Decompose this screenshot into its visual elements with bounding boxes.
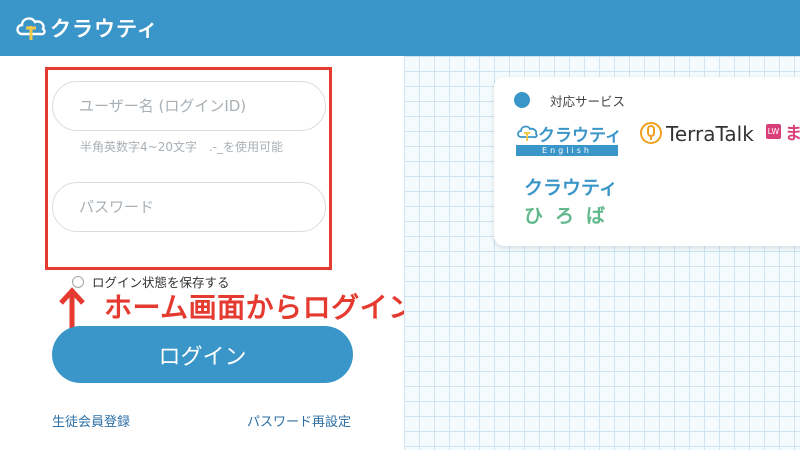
clouty-english-name: クラウティ bbox=[538, 126, 622, 146]
services-title: 対応サービス bbox=[550, 94, 626, 109]
app-header: クラウティ bbox=[0, 0, 800, 56]
third-service-logo: LW ま bbox=[766, 119, 800, 144]
cloud-tree-icon bbox=[16, 17, 46, 40]
annotation-text: ホーム画面からログイン bbox=[104, 291, 417, 324]
student-register-link[interactable]: 生徒会員登録 bbox=[52, 411, 130, 430]
clouty-english-logo: クラウティ English bbox=[516, 121, 622, 157]
cloud-tree-icon bbox=[517, 125, 538, 141]
third-service-name: ま bbox=[785, 124, 800, 144]
terratalk-name: TerraTalk bbox=[666, 122, 754, 146]
hiroba-line2: ひろば bbox=[524, 205, 618, 227]
terratalk-logo: TerraTalk bbox=[640, 121, 754, 147]
remember-radio[interactable] bbox=[72, 275, 84, 288]
password-reset-link[interactable]: パスワード再設定 bbox=[247, 411, 351, 430]
services-dot-icon bbox=[514, 92, 530, 108]
username-hint: 半角英数字4~20文字 .-_を使用可能 bbox=[80, 140, 284, 154]
clouty-english-sub: English bbox=[516, 145, 618, 156]
clouty-hiroba-logo: クラウティ ひろば bbox=[524, 173, 618, 228]
microphone-icon bbox=[640, 122, 662, 144]
username-input[interactable] bbox=[52, 81, 326, 131]
third-service-badge: LW bbox=[766, 124, 781, 139]
arrow-up-icon bbox=[59, 287, 85, 329]
password-input[interactable] bbox=[52, 182, 326, 232]
app-name: クラウティ bbox=[50, 17, 159, 41]
hiroba-line1: クラウティ bbox=[524, 177, 618, 199]
login-button[interactable]: ログイン bbox=[52, 326, 353, 383]
supported-services-card: 対応サービス クラウティ English TerraTalk LW ま クラウテ… bbox=[494, 77, 800, 246]
